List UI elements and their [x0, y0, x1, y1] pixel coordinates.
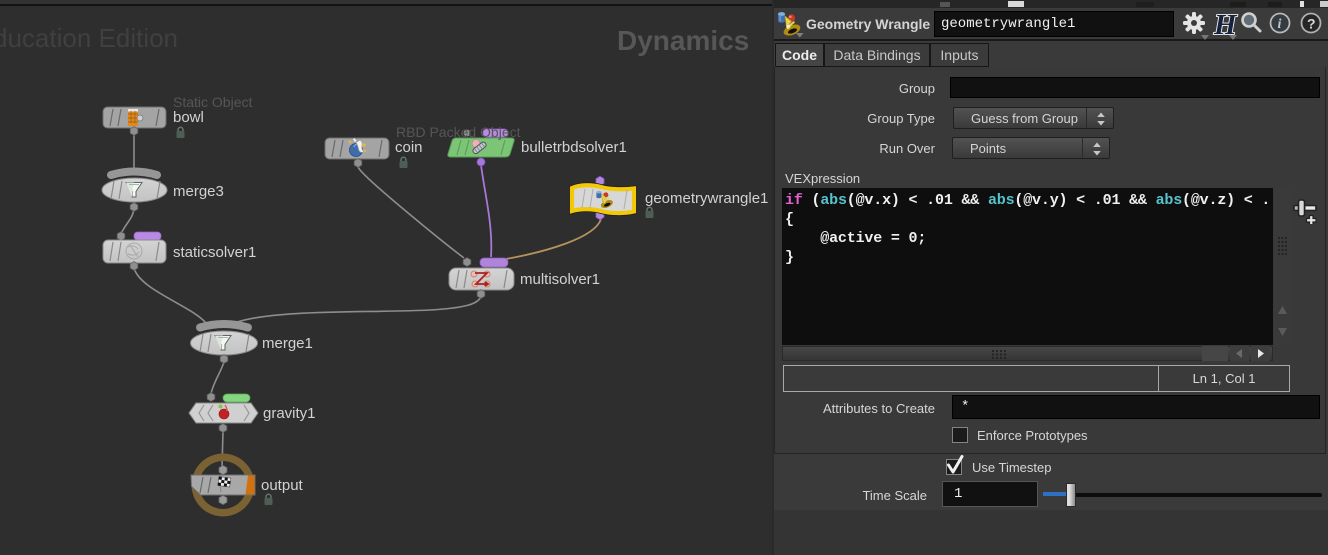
svg-text:RBD Packed Object: RBD Packed Object	[396, 124, 521, 140]
svg-text:bowl: bowl	[173, 109, 204, 126]
svg-text:i: i	[1278, 17, 1282, 32]
svg-text:merge3: merge3	[173, 183, 224, 200]
svg-text:?: ?	[1307, 16, 1316, 32]
svg-text:gravity1: gravity1	[263, 405, 316, 422]
svg-text:staticsolver1: staticsolver1	[173, 244, 256, 261]
svg-text:merge1: merge1	[262, 335, 313, 352]
svg-text:Static Object: Static Object	[173, 94, 252, 110]
svg-text:bulletrbdsolver1: bulletrbdsolver1	[521, 139, 627, 156]
svg-text:coin: coin	[395, 139, 423, 156]
svg-text:output: output	[261, 477, 304, 494]
svg-text:multisolver1: multisolver1	[520, 271, 600, 288]
svg-text:geometrywrangle1: geometrywrangle1	[645, 190, 768, 207]
